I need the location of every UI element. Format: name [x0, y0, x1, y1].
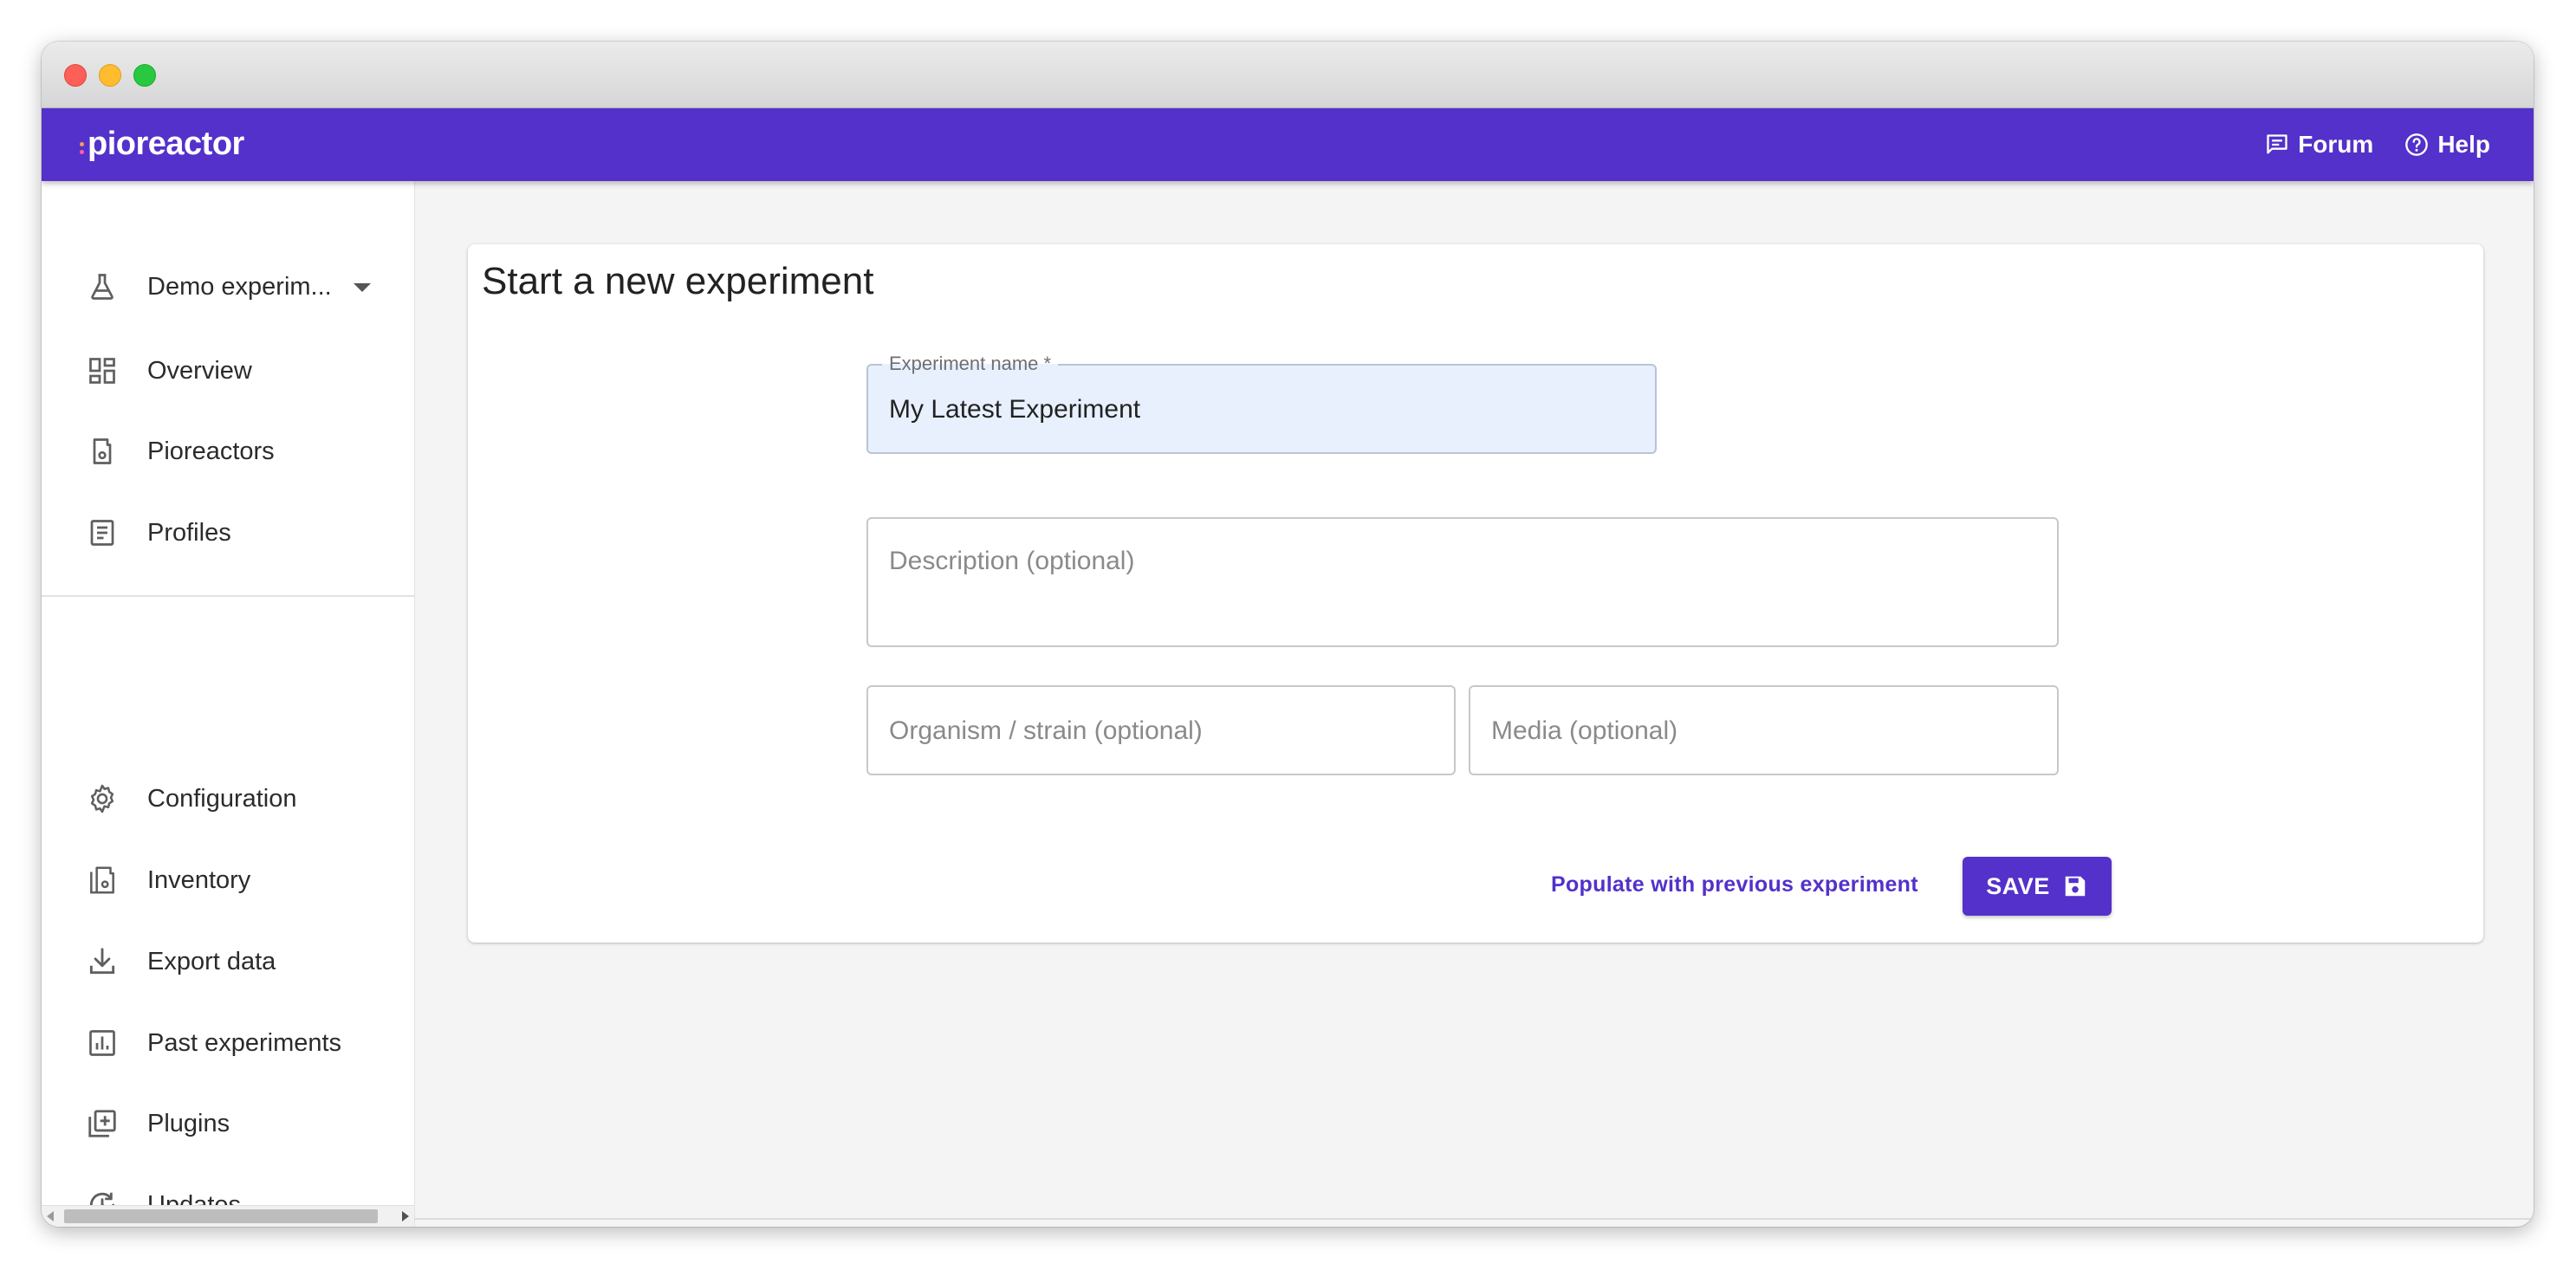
- sidebar-item-pioreactors[interactable]: Pioreactors: [42, 417, 414, 486]
- sidebar-horizontal-scrollbar[interactable]: [42, 1205, 414, 1227]
- description-field[interactable]: Description (optional): [866, 517, 2059, 647]
- sidebar: Demo experim... Overview Pioreactors Pro…: [42, 181, 415, 1227]
- window-titlebar: [42, 42, 2534, 108]
- experiment-selector-label: Demo experim...: [147, 272, 332, 301]
- sidebar-item-export-data[interactable]: Export data: [42, 927, 414, 996]
- save-label: SAVE: [1986, 872, 2050, 899]
- floppy-disk-icon: [2065, 876, 2086, 897]
- help-icon: [2405, 133, 2429, 156]
- experiment-name-label: Experiment name *: [882, 352, 1059, 376]
- sidebar-item-inventory[interactable]: Inventory: [42, 846, 414, 915]
- gear-icon: [85, 781, 120, 816]
- sidebar-item-past-experiments[interactable]: Past experiments: [42, 1008, 414, 1078]
- dashboard-icon: [85, 353, 120, 388]
- forum-icon: [2267, 134, 2287, 154]
- forum-link[interactable]: Forum: [2265, 131, 2373, 159]
- help-link[interactable]: Help: [2404, 131, 2490, 159]
- description-placeholder: Description (optional): [889, 547, 1135, 575]
- scroll-left-icon[interactable]: [47, 1211, 54, 1221]
- experiment-selector[interactable]: Demo experim...: [42, 252, 414, 321]
- sidebar-item-overview[interactable]: Overview: [42, 336, 414, 405]
- flask-icon: [85, 269, 120, 304]
- pioreactor-logo[interactable]: pioreactor: [80, 122, 244, 165]
- close-window-button[interactable]: [64, 64, 87, 87]
- download-icon: [85, 944, 120, 979]
- chevron-down-icon: [354, 283, 371, 292]
- sidebar-item-label: Pioreactors: [147, 437, 275, 465]
- sidebar-item-profiles[interactable]: Profiles: [42, 498, 414, 567]
- sidebar-divider: [42, 595, 414, 597]
- logo-dots-icon: [80, 142, 84, 154]
- experiment-name-field[interactable]: Experiment name * My Latest Experiment: [866, 352, 1657, 454]
- sidebar-item-label: Overview: [147, 356, 252, 385]
- forum-label: Forum: [2298, 131, 2374, 158]
- organism-field[interactable]: Organism / strain (optional): [866, 685, 1456, 775]
- sidebar-item-label: Past experiments: [147, 1028, 342, 1057]
- main-scroll-track: [414, 1218, 2534, 1220]
- populate-previous-button[interactable]: Populate with previous experiment: [1551, 867, 1918, 902]
- sidebar-item-label: Export data: [147, 947, 276, 975]
- sidebar-item-label: Configuration: [147, 784, 297, 813]
- logo-text: pioreactor: [88, 125, 244, 162]
- app-window: pioreactor Forum Help Demo experim... Ov…: [42, 42, 2534, 1227]
- organism-placeholder: Organism / strain (optional): [889, 716, 1203, 745]
- sidebar-item-configuration[interactable]: Configuration: [42, 764, 414, 833]
- sidebar-item-plugins[interactable]: Plugins: [42, 1089, 414, 1158]
- add-library-icon: [85, 1106, 120, 1141]
- profile-document-icon: [85, 515, 120, 550]
- save-button[interactable]: SAVE: [1963, 857, 2112, 916]
- scroll-right-icon[interactable]: [402, 1211, 409, 1221]
- new-experiment-card: Start a new experiment Experiment name *…: [468, 244, 2483, 943]
- sidebar-item-label: Plugins: [147, 1109, 230, 1137]
- pioreactor-icon: [85, 434, 120, 469]
- sidebar-item-label: Inventory: [147, 865, 251, 894]
- help-label: Help: [2437, 131, 2490, 158]
- inventory-icon: [85, 863, 120, 897]
- page-title: Start a new experiment: [482, 260, 874, 302]
- maximize-window-button[interactable]: [133, 64, 156, 87]
- experiment-name-value: My Latest Experiment: [889, 395, 1141, 424]
- chart-icon: [85, 1026, 120, 1060]
- sidebar-item-label: Profiles: [147, 518, 231, 547]
- app-header: pioreactor Forum Help: [42, 108, 2534, 181]
- minimize-window-button[interactable]: [99, 64, 121, 87]
- media-placeholder: Media (optional): [1491, 716, 1678, 745]
- scrollbar-thumb[interactable]: [64, 1209, 378, 1223]
- media-field[interactable]: Media (optional): [1469, 685, 2059, 775]
